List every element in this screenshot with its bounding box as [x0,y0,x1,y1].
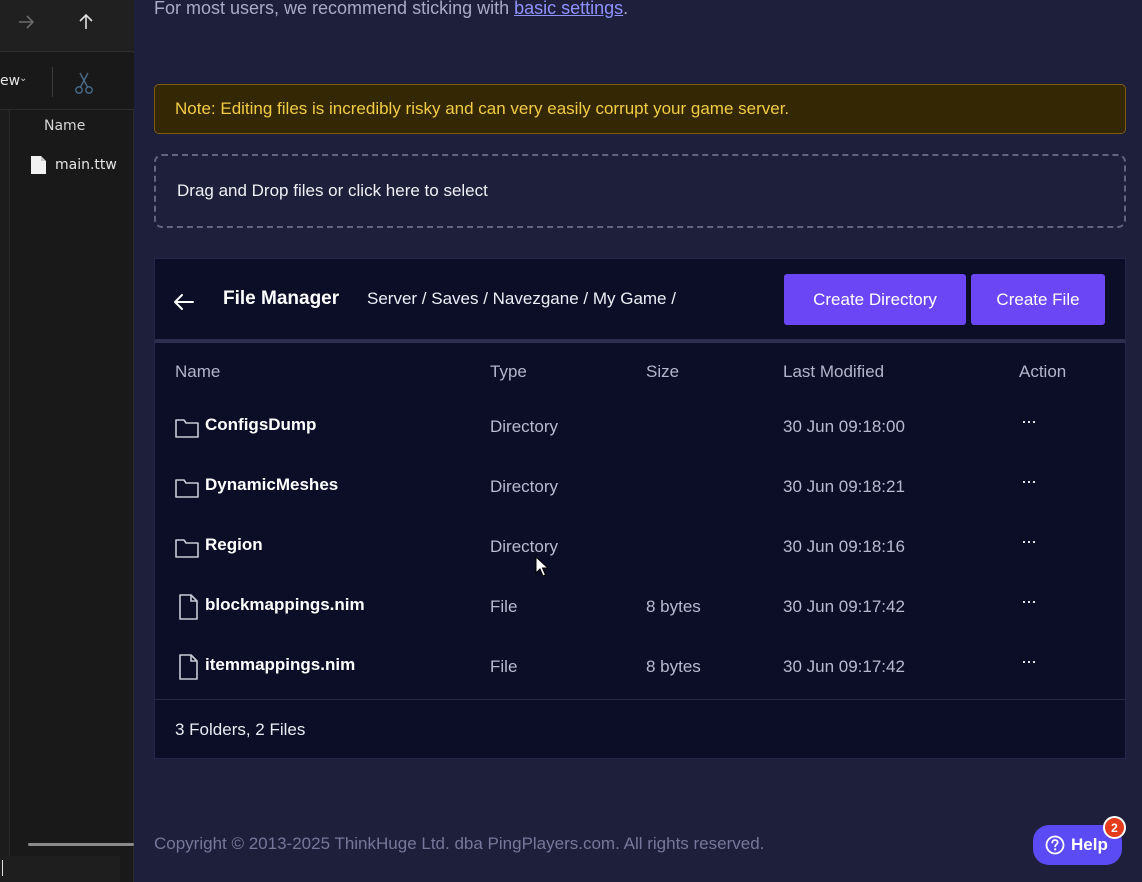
row-type: Directory [490,537,559,556]
command-divider [52,67,53,97]
row-action-menu-icon[interactable]: ··· [1021,591,1037,612]
explorer-nav-bar [0,0,134,52]
navigation-pane [0,110,10,882]
table-row[interactable]: itemmappings.nim File 8 bytes 30 Jun 09:… [155,639,1125,699]
folder-icon [175,419,199,438]
file-manager-title: File Manager [223,288,340,309]
column-header-size[interactable]: Size [646,362,679,382]
table-row[interactable]: ConfigsDump Directory 30 Jun 09:18:00 ··… [155,399,1125,459]
notification-badge: 2 [1103,816,1126,839]
recommendation-text: For most users, we recommend sticking wi… [154,0,628,19]
table-row[interactable]: blockmappings.nim File 8 bytes 30 Jun 09… [155,579,1125,639]
document-icon [31,156,46,174]
mouse-pointer-icon [535,556,550,577]
column-header-last-modified[interactable]: Last Modified [783,362,884,382]
copyright-text: Copyright © 2013-2025 ThinkHuge Ltd. dba… [154,834,765,853]
recommendation-prefix: For most users, we recommend sticking wi… [154,0,515,18]
forward-arrow-icon[interactable] [9,8,43,36]
row-type: Directory [490,477,559,496]
recommendation-suffix: . [623,0,629,18]
folder-icon [175,479,199,498]
row-modified: 30 Jun 09:18:00 [783,417,905,436]
chevron-down-icon: ⌄ [19,73,28,84]
explorer-command-bar: ew ⌄ [0,53,134,110]
question-circle-icon [1045,835,1065,855]
file-icon [179,594,198,620]
view-menu-button[interactable]: ew [0,73,20,89]
table-row[interactable]: Region Directory 30 Jun 09:18:16 ··· [155,519,1125,579]
help-label: Help [1071,835,1108,854]
file-manager-footer: 3 Folders, 2 Files [155,699,1125,758]
row-action-menu-icon[interactable]: ··· [1021,651,1037,672]
row-name[interactable]: blockmappings.nim [205,595,365,615]
file-dropzone[interactable]: Drag and Drop files or click here to sel… [154,154,1126,228]
row-name[interactable]: DynamicMeshes [205,475,338,495]
column-header-action: Action [1019,362,1067,381]
row-action-menu-icon[interactable]: ··· [1021,531,1037,552]
file-icon [179,654,198,680]
row-modified: 30 Jun 09:17:42 [783,657,905,676]
row-modified: 30 Jun 09:18:21 [783,477,905,496]
row-action-menu-icon[interactable]: ··· [1021,471,1037,492]
main-content: For most users, we recommend sticking wi… [134,0,1142,882]
warning-note: Note: Editing files is incredibly risky … [154,84,1126,134]
create-directory-button[interactable]: Create Directory [784,274,966,325]
row-type: File [490,597,518,616]
horizontal-scrollbar[interactable] [28,843,134,846]
text-cursor-mark [2,860,3,876]
basic-settings-link[interactable]: basic settings [514,0,623,18]
folder-icon [175,539,199,558]
table-row[interactable]: DynamicMeshes Directory 30 Jun 09:18:21 … [155,459,1125,519]
create-file-button[interactable]: Create File [971,274,1105,325]
file-explorer-window: ew ⌄ Name main.ttw [0,0,134,882]
row-name[interactable]: itemmappings.nim [205,655,355,675]
explorer-status-bar [0,856,120,882]
row-type: File [490,657,518,676]
row-name[interactable]: Region [205,535,263,555]
scissors-icon[interactable] [72,70,96,96]
row-type: Directory [490,417,559,436]
name-column-header[interactable]: Name [44,118,85,134]
column-header-type[interactable]: Type [490,362,527,382]
row-modified: 30 Jun 09:17:42 [783,597,905,616]
up-arrow-icon[interactable] [69,8,103,36]
file-manager-header: File Manager Server / Saves / Navezgane … [155,259,1125,343]
explorer-file-name: main.ttw [55,157,117,173]
file-count-summary: 3 Folders, 2 Files [175,720,306,739]
back-arrow-icon[interactable] [169,289,199,315]
row-size: 8 bytes [646,657,701,676]
row-name[interactable]: ConfigsDump [205,415,316,435]
row-modified: 30 Jun 09:18:16 [783,537,905,556]
explorer-file-item[interactable]: main.ttw [30,155,117,175]
file-manager-panel: File Manager Server / Saves / Navezgane … [154,258,1126,759]
row-action-menu-icon[interactable]: ··· [1021,411,1037,432]
row-size: 8 bytes [646,597,701,616]
column-header-name[interactable]: Name [175,362,220,382]
breadcrumb[interactable]: Server / Saves / Navezgane / My Game / [367,289,676,309]
